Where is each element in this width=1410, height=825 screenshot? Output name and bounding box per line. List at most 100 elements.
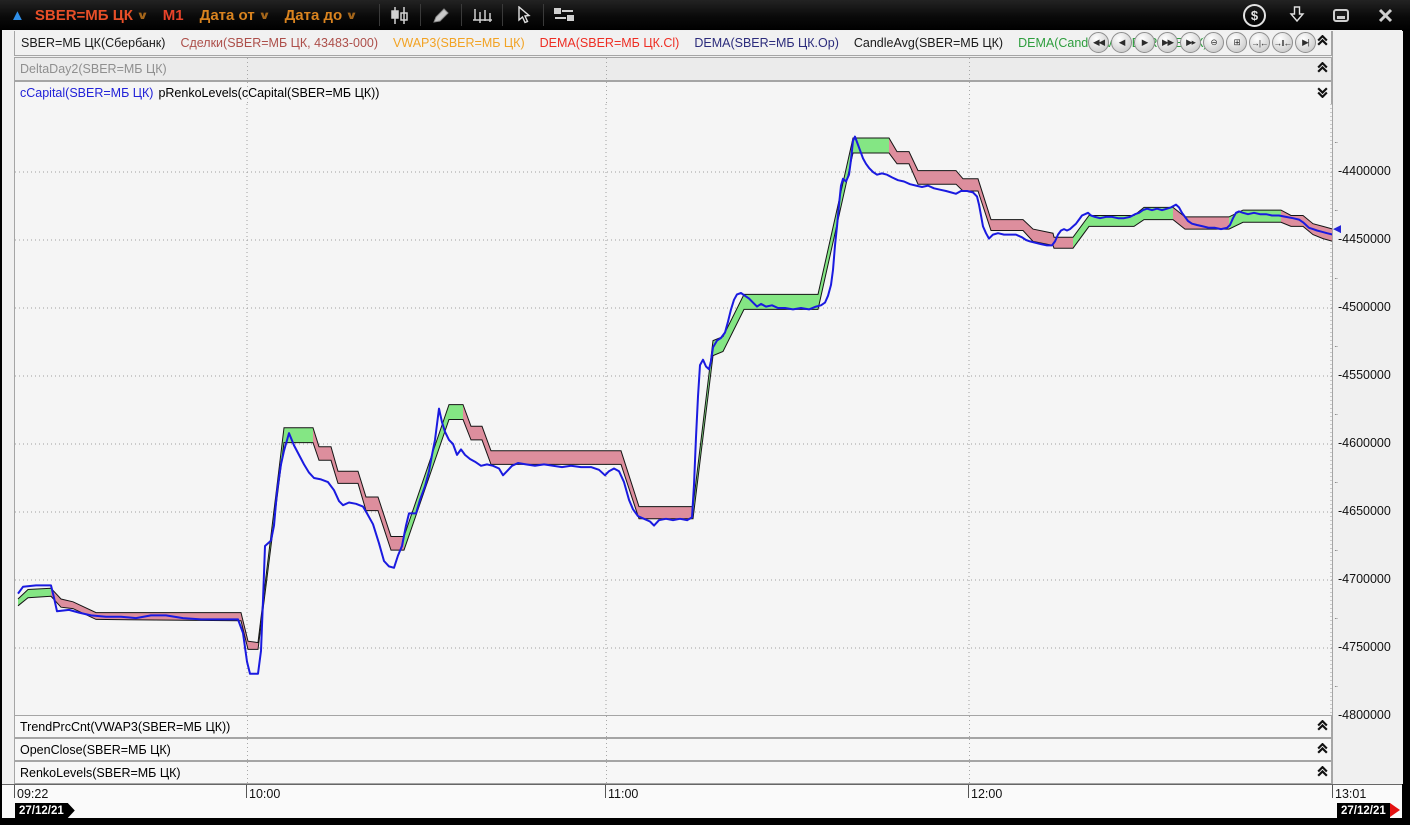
renkolevels-panel-header[interactable]: RenkoLevels(SBER=МБ ЦК) (14, 761, 1332, 784)
ccapital-panel-header: cCapital(SBER=МБ ЦК) pRenkoLevels(cCapit… (14, 81, 1332, 104)
indicator-label[interactable]: CandleAvg(SBER=МБ ЦК) (854, 36, 1003, 50)
indicator-label[interactable]: SBER=МБ ЦК(Сбербанк) (21, 36, 165, 50)
grid-dots (606, 762, 607, 783)
price-tick-label: -4700000 (1338, 572, 1391, 586)
price-chart[interactable] (14, 104, 1333, 716)
indicator-label[interactable]: Сделки(SBER=МБ ЦК, 43483-000) (180, 36, 378, 50)
time-tick (1332, 785, 1333, 798)
date-to-selector[interactable]: Дата до ∨ (285, 7, 357, 24)
renkolevels-panel-label[interactable]: RenkoLevels(SBER=МБ ЦК) (15, 766, 181, 780)
collapse-main-panel-icon[interactable] (1316, 35, 1330, 49)
last-value-marker (1333, 225, 1341, 233)
grid-dots (606, 739, 607, 760)
chevron-down-icon: ∨ (345, 9, 358, 22)
price-tick-label: -4550000 (1338, 368, 1391, 382)
download-icon[interactable] (1284, 4, 1310, 26)
indicator-label[interactable]: VWAP3(SBER=МБ ЦК) (393, 36, 525, 50)
ccapital-label[interactable]: cCapital(SBER=МБ ЦК) (15, 86, 153, 100)
collapse-panel-icon[interactable] (1316, 766, 1330, 780)
grid-dots (969, 762, 970, 783)
app-logo-icon: ▲ (10, 7, 25, 24)
price-minor-tick: ·· (1334, 138, 1337, 147)
time-tick (14, 785, 15, 798)
candlestick-chart-icon[interactable] (387, 4, 413, 26)
date-from-label: Дата от (200, 7, 255, 24)
grid-dots (247, 716, 248, 737)
price-minor-tick: ·· (1334, 614, 1337, 623)
zoom-window-button[interactable]: ⊞ (1226, 32, 1247, 53)
cluster-chart-icon[interactable] (469, 4, 495, 26)
deltaday2-panel-header[interactable]: DeltaDay2(SBER=МБ ЦК) (14, 57, 1332, 81)
scroll-to-end-button[interactable]: ▶▶ (1157, 32, 1178, 53)
grid-dots (969, 739, 970, 760)
end-date-label: 27/12/21 (1341, 805, 1386, 817)
toolbar-separator (379, 4, 380, 26)
price-minor-tick: ·· (1334, 274, 1337, 283)
price-tick-label: -4650000 (1338, 504, 1391, 518)
zoom-out-button[interactable]: ⊖ (1203, 32, 1224, 53)
time-tick-label: 12:00 (971, 787, 1002, 801)
grid-dots (969, 82, 970, 104)
time-tick (246, 785, 247, 798)
grid-dots (606, 716, 607, 737)
grid-dots (247, 762, 248, 783)
jump-to-end-button[interactable]: ▶| (1295, 32, 1316, 53)
compress-horizontal-button[interactable]: →|← (1249, 32, 1270, 53)
start-date-label: 27/12/21 (19, 805, 64, 817)
trendprccnt-panel-label[interactable]: TrendPrcCnt(VWAP3(SBER=МБ ЦК)) (15, 720, 230, 734)
price-tick-label: -4750000 (1338, 640, 1391, 654)
toolbar-separator (461, 4, 462, 26)
price-minor-tick: ·· (1334, 682, 1337, 691)
indicator-label[interactable]: DEMA(SBER=МБ ЦК.Op) (694, 36, 839, 50)
date-from-selector[interactable]: Дата от ∨ (200, 7, 269, 24)
indicator-list-icon[interactable] (551, 4, 577, 26)
openclose-panel-label[interactable]: OpenClose(SBER=МБ ЦК) (15, 743, 171, 757)
price-minor-tick: ·· (1334, 478, 1337, 487)
openclose-panel-header[interactable]: OpenClose(SBER=МБ ЦК) (14, 738, 1332, 761)
price-tick-label: -4450000 (1338, 232, 1391, 246)
expand-panel-icon[interactable] (1316, 86, 1330, 100)
compress-bars-button[interactable]: →‖← (1272, 32, 1293, 53)
toolbar: ▲ SBER=МБ ЦК ∨ M1 Дата от ∨ Дата до ∨ (0, 0, 1410, 31)
restore-window-icon[interactable] (1328, 4, 1354, 26)
timeframe-selector[interactable]: M1 (163, 7, 184, 24)
scroll-right-button[interactable]: ▶ (1134, 32, 1155, 53)
indicator-labels: SBER=МБ ЦК(Сбербанк) Сделки(SBER=МБ ЦК, 4… (15, 36, 1212, 50)
chevron-down-icon: ∨ (258, 9, 271, 22)
deltaday2-label[interactable]: DeltaDay2(SBER=МБ ЦК) (15, 62, 167, 76)
trendprccnt-panel-header[interactable]: TrendPrcCnt(VWAP3(SBER=МБ ЦК)) (14, 715, 1332, 738)
toolbar-separator (543, 4, 544, 26)
scroll-to-start-button[interactable]: ◀◀ (1088, 32, 1109, 53)
collapse-panel-icon[interactable] (1316, 743, 1330, 757)
indicator-labels-row: SBER=МБ ЦК(Сбербанк) Сделки(SBER=МБ ЦК, 4… (14, 31, 1332, 56)
scroll-left-button[interactable]: ◀ (1111, 32, 1132, 53)
price-minor-tick: ·· (1334, 206, 1337, 215)
price-tick-label: -4800000 (1338, 708, 1391, 722)
price-tick-label: -4400000 (1338, 164, 1391, 178)
forward-arrow-icon (1390, 803, 1400, 817)
grid-dots (606, 82, 607, 104)
price-axis: -4400000-4450000-4500000-4550000-4600000… (1332, 31, 1403, 784)
grid-dots (247, 58, 248, 80)
pencil-icon[interactable] (428, 4, 454, 26)
price-minor-tick: ·· (1334, 546, 1337, 555)
close-window-icon[interactable] (1372, 4, 1398, 26)
price-tick-label: -4600000 (1338, 436, 1391, 450)
grid-dots (606, 58, 607, 80)
time-tick-label: 13:01 (1335, 787, 1366, 801)
prenkolevels-label[interactable]: pRenkoLevels(cCapital(SBER=МБ ЦК)) (153, 86, 379, 100)
date-to-label: Дата до (285, 7, 343, 24)
go-to-last-bar-button[interactable]: ▶▸ (1180, 32, 1201, 53)
symbol-selector[interactable]: SBER=МБ ЦК ∨ (35, 7, 147, 24)
collapse-panel-icon[interactable] (1316, 720, 1330, 734)
time-tick-label: 09:22 (17, 787, 48, 801)
indicator-label[interactable]: DEMA(SBER=МБ ЦК.Cl) (540, 36, 680, 50)
money-dollar-icon[interactable]: $ (1243, 4, 1266, 27)
grid-dots (247, 82, 248, 104)
time-tick (605, 785, 606, 798)
window-controls: $ (1243, 0, 1398, 30)
toolbar-separator (420, 4, 421, 26)
cursor-icon[interactable] (510, 4, 536, 26)
time-tick-label: 11:00 (608, 787, 638, 801)
collapse-panel-icon[interactable] (1316, 62, 1330, 76)
